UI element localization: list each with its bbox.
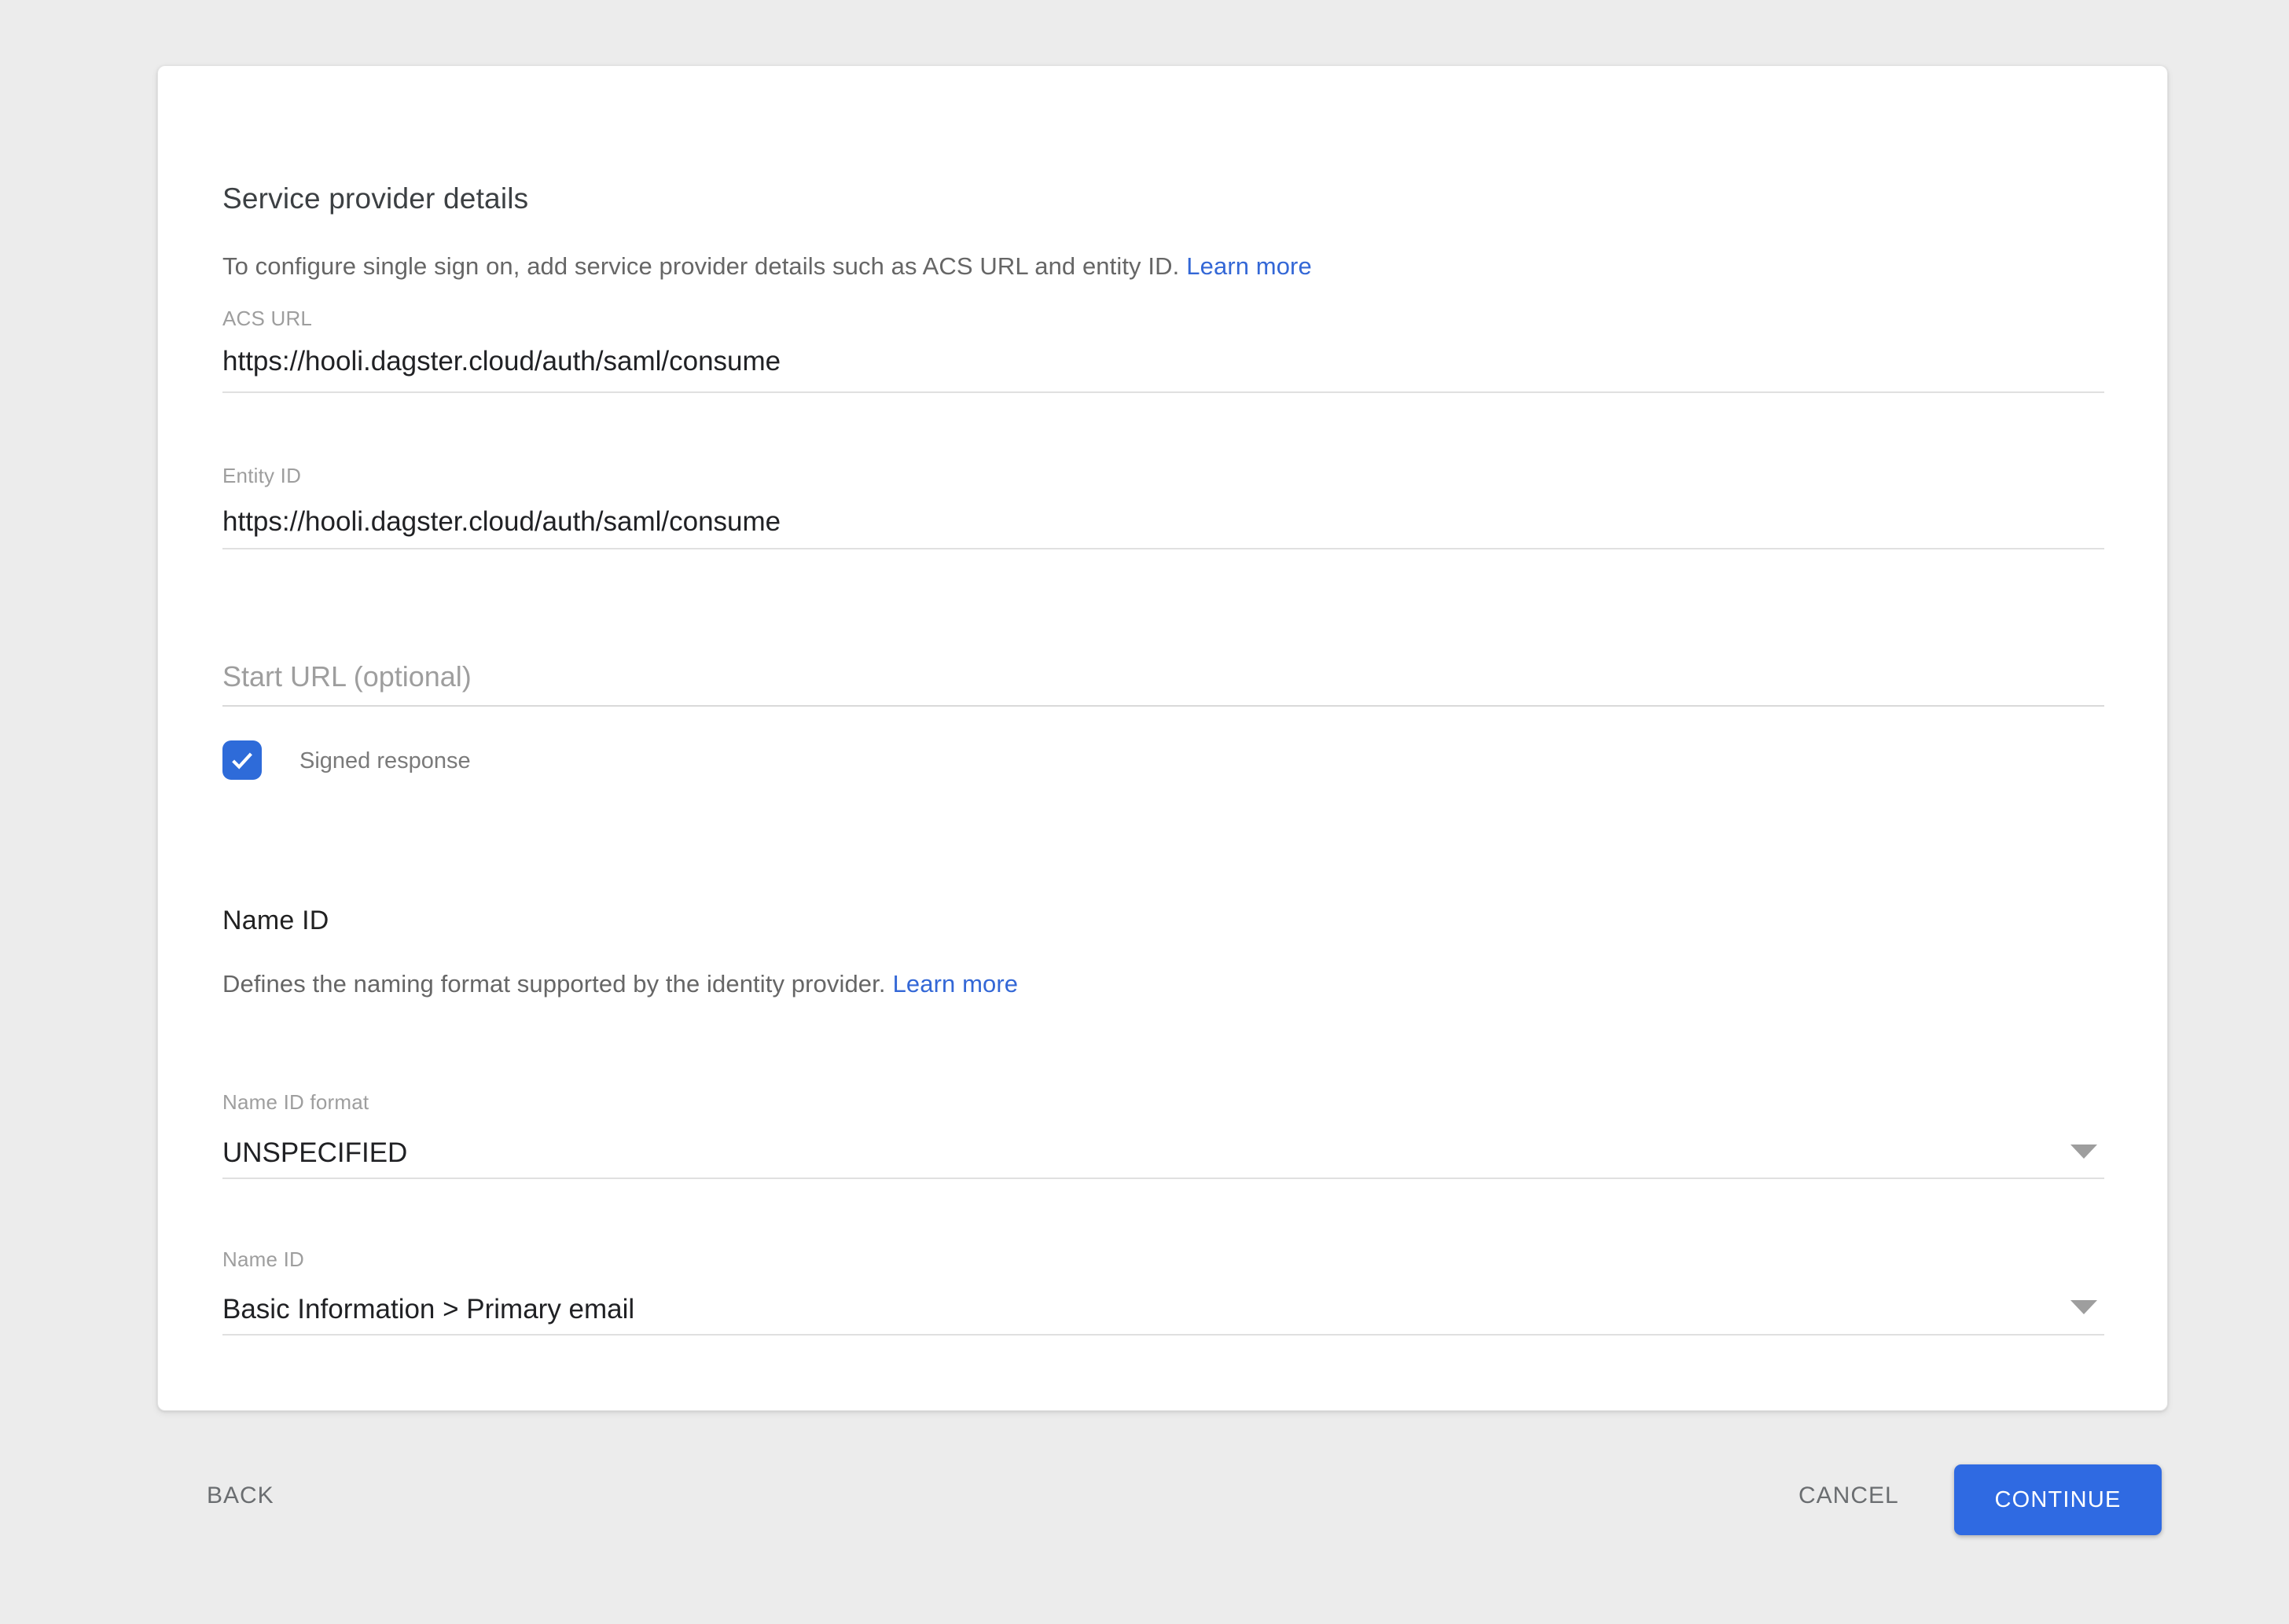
name-id-description-text: Defines the naming format supported by t…: [222, 970, 886, 998]
acs-url-label: ACS URL: [222, 307, 312, 331]
name-id-value: Basic Information > Primary email: [222, 1294, 634, 1325]
name-id-format-select[interactable]: UNSPECIFIED: [222, 1137, 2104, 1178]
chevron-down-icon: [2070, 1145, 2097, 1159]
start-url-input[interactable]: [222, 660, 2104, 693]
service-provider-title: Service provider details: [222, 182, 528, 215]
name-id-format-underline: [222, 1178, 2104, 1179]
acs-url-input[interactable]: [222, 346, 2104, 377]
signed-response-checkbox[interactable]: [222, 740, 262, 780]
page: Service provider details To configure si…: [0, 0, 2289, 1624]
signed-response-label: Signed response: [299, 748, 471, 774]
name-id-format-label: Name ID format: [222, 1090, 369, 1115]
name-id-underline: [222, 1334, 2104, 1336]
entity-id-label: Entity ID: [222, 464, 301, 488]
name-id-title: Name ID: [222, 906, 329, 936]
name-id-description: Defines the naming format supported by t…: [222, 970, 1018, 998]
name-id-format-value: UNSPECIFIED: [222, 1137, 407, 1168]
chevron-down-icon: [2070, 1300, 2097, 1314]
continue-button[interactable]: CONTINUE: [1954, 1464, 2162, 1535]
service-provider-description: To configure single sign on, add service…: [222, 252, 1312, 281]
service-provider-card: Service provider details To configure si…: [157, 65, 2168, 1411]
name-id-select[interactable]: Basic Information > Primary email: [222, 1294, 2104, 1335]
entity-id-underline: [222, 548, 2104, 549]
service-provider-description-text: To configure single sign on, add service…: [222, 252, 1179, 280]
learn-more-link-name-id[interactable]: Learn more: [893, 970, 1019, 998]
name-id-field-label: Name ID: [222, 1247, 304, 1272]
learn-more-link-service-provider[interactable]: Learn more: [1186, 252, 1312, 280]
checkmark-icon: [227, 745, 257, 775]
acs-url-underline: [222, 391, 2104, 393]
cancel-button[interactable]: CANCEL: [1798, 1483, 1899, 1509]
start-url-underline: [222, 705, 2104, 707]
entity-id-input[interactable]: [222, 506, 2104, 538]
back-button[interactable]: BACK: [207, 1483, 274, 1509]
